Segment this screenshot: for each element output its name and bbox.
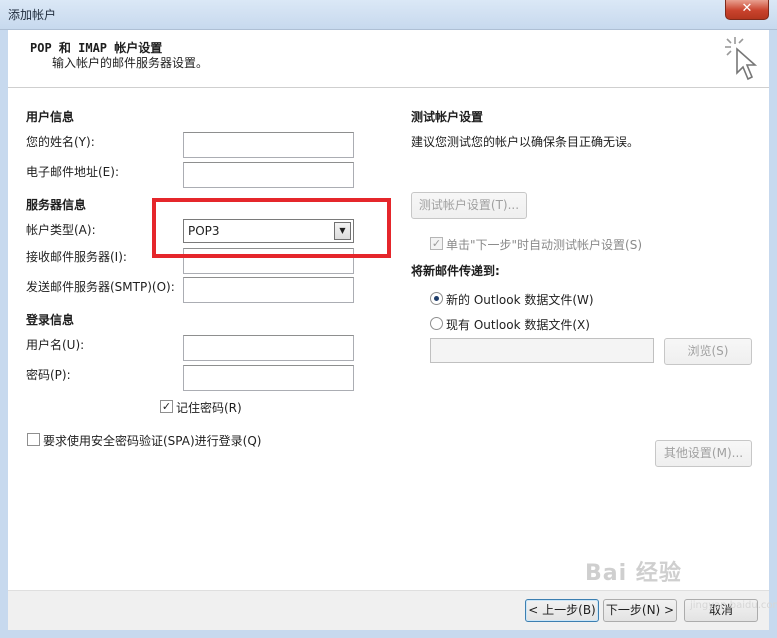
remember-password-checkbox[interactable]: ✓ <box>160 400 173 413</box>
auto-test-label: 单击"下一步"时自动测试帐户设置(S) <box>446 238 643 252</box>
existing-data-file-radio[interactable] <box>430 317 443 330</box>
highlight-annotation <box>152 198 391 258</box>
test-account-button[interactable]: 测试帐户设置(T)... <box>411 192 527 219</box>
window-frame-right <box>769 30 777 638</box>
name-input[interactable] <box>183 132 354 158</box>
user-info-heading: 用户信息 <box>26 110 75 124</box>
spa-checkbox[interactable] <box>27 433 40 446</box>
test-settings-description: 建议您测试您的帐户以确保条目正确无误。 <box>411 135 640 149</box>
spa-label: 要求使用安全密码验证(SPA)进行登录(Q) <box>43 434 262 448</box>
remember-password-label: 记住密码(R) <box>176 401 242 415</box>
new-data-file-radio[interactable] <box>430 292 443 305</box>
account-type-label: 帐户类型(A): <box>26 223 96 237</box>
outgoing-server-input[interactable] <box>183 277 354 303</box>
dialog-header: POP 和 IMAP 帐户设置 输入帐户的邮件服务器设置。 <box>8 30 769 88</box>
existing-data-file-label: 现有 Outlook 数据文件(X) <box>446 318 590 332</box>
back-button[interactable]: < 上一步(B) <box>525 599 599 622</box>
browse-button[interactable]: 浏览(S) <box>664 338 752 365</box>
server-info-heading: 服务器信息 <box>26 198 87 212</box>
incoming-server-label: 接收邮件服务器(I): <box>26 250 127 264</box>
deliver-to-heading: 将新邮件传递到: <box>411 264 500 278</box>
test-settings-heading: 测试帐户设置 <box>411 110 484 124</box>
window-title: 添加帐户 <box>8 8 57 22</box>
auto-test-checkbox[interactable]: ✓ <box>430 237 443 250</box>
title-bar: 添加帐户 ✕ <box>0 0 777 30</box>
watermark-url: jingyan.baidu.com <box>690 600 777 611</box>
password-label: 密码(P): <box>26 368 71 382</box>
more-settings-button[interactable]: 其他设置(M)... <box>655 440 752 467</box>
login-info-heading: 登录信息 <box>26 313 75 327</box>
window-frame-left <box>0 30 8 638</box>
header-subtitle: 输入帐户的邮件服务器设置。 <box>52 56 209 70</box>
password-input[interactable] <box>183 365 354 391</box>
window-frame-bottom <box>0 630 777 638</box>
watermark: Bai 经验 <box>585 561 682 586</box>
email-input[interactable] <box>183 162 354 188</box>
email-label: 电子邮件地址(E): <box>26 165 119 179</box>
outgoing-server-label: 发送邮件服务器(SMTP)(O): <box>26 280 175 294</box>
next-button[interactable]: 下一步(N) > <box>603 599 677 622</box>
new-data-file-label: 新的 Outlook 数据文件(W) <box>446 293 594 307</box>
username-input[interactable] <box>183 335 354 361</box>
username-label: 用户名(U): <box>26 338 85 352</box>
close-button[interactable]: ✕ <box>725 0 769 20</box>
data-file-path-input[interactable] <box>430 338 654 363</box>
radio-selected-dot <box>434 296 439 301</box>
name-label: 您的姓名(Y): <box>26 135 95 149</box>
dialog-content <box>8 89 769 590</box>
cursor-sparkle-icon <box>725 37 758 81</box>
